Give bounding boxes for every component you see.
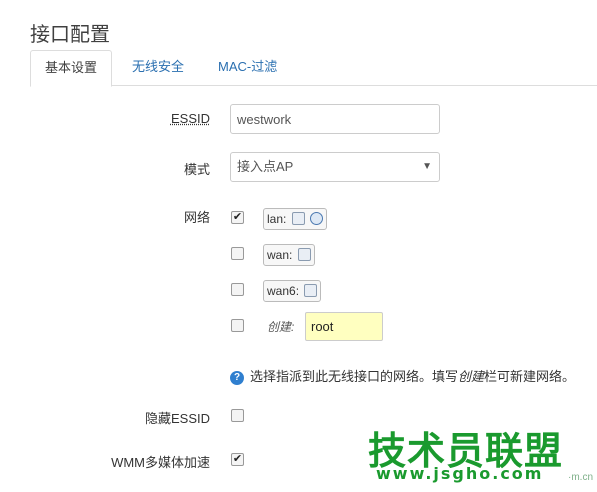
network-name: wan6: — [267, 284, 300, 298]
watermark-logo: 技术员联盟 www.jsgho.com ·m.cn — [368, 420, 593, 490]
watermark-url: www.jsgho.com — [376, 464, 544, 483]
network-lan-badge: lan: — [263, 208, 328, 230]
tab-label: 无线安全 — [132, 59, 185, 74]
tab-bar: 基本设置 无线安全 MAC-过滤 — [30, 50, 597, 87]
ethernet-icon — [297, 248, 311, 262]
tab-basic-settings[interactable]: 基本设置 — [30, 50, 113, 87]
mode-select[interactable]: 接入点AP ▼ — [230, 152, 440, 182]
create-label: 创建: — [267, 320, 295, 334]
hide-essid-label: 隐藏ESSID — [144, 411, 210, 426]
create-network-input[interactable] — [305, 312, 383, 341]
tab-mac-filter[interactable]: MAC-过滤 — [204, 50, 291, 86]
network-name: wan: — [267, 248, 293, 262]
network-wan-badge: wan: — [263, 244, 315, 266]
hint-emphasis: 创建 — [458, 369, 485, 384]
check-icon: ✔ — [232, 211, 243, 223]
info-icon: ? — [230, 370, 244, 385]
chevron-down-icon: ▼ — [422, 161, 432, 172]
network-wan6-badge: wan6: — [263, 280, 322, 302]
check-icon: ✔ — [232, 453, 243, 465]
essid-label: ESSID — [170, 111, 210, 126]
network-lan-checkbox[interactable]: ✔ — [231, 211, 244, 224]
hint-prefix: 选择指派到此无线接口的网络。填写 — [250, 369, 459, 384]
network-create-checkbox[interactable] — [231, 319, 244, 332]
tab-wireless-security[interactable]: 无线安全 — [118, 50, 198, 86]
network-name: lan: — [267, 212, 287, 226]
ethernet-icon — [304, 284, 318, 298]
wmm-checkbox[interactable]: ✔ — [231, 453, 244, 466]
ethernet-icon — [291, 212, 305, 226]
network-wan6-checkbox[interactable] — [231, 283, 244, 296]
hint-suffix: 栏可新建网络。 — [484, 369, 576, 384]
mode-label: 模式 — [183, 162, 210, 177]
mode-selected-value: 接入点AP — [237, 159, 294, 174]
network-hint: ? 选择指派到此无线接口的网络。填写创建栏可新建网络。 — [230, 366, 575, 385]
network-wan-checkbox[interactable] — [231, 247, 244, 260]
watermark-small: ·m.cn — [568, 472, 593, 483]
network-label: 网络 — [183, 210, 210, 225]
tab-label: 基本设置 — [45, 60, 98, 75]
essid-input[interactable] — [230, 104, 440, 134]
hide-essid-checkbox[interactable] — [231, 409, 244, 422]
page-title: 接口配置 — [30, 24, 110, 46]
wmm-label: WMM多媒体加速 — [111, 455, 210, 470]
wifi-icon — [310, 212, 324, 226]
tab-label: MAC-过滤 — [218, 59, 278, 74]
